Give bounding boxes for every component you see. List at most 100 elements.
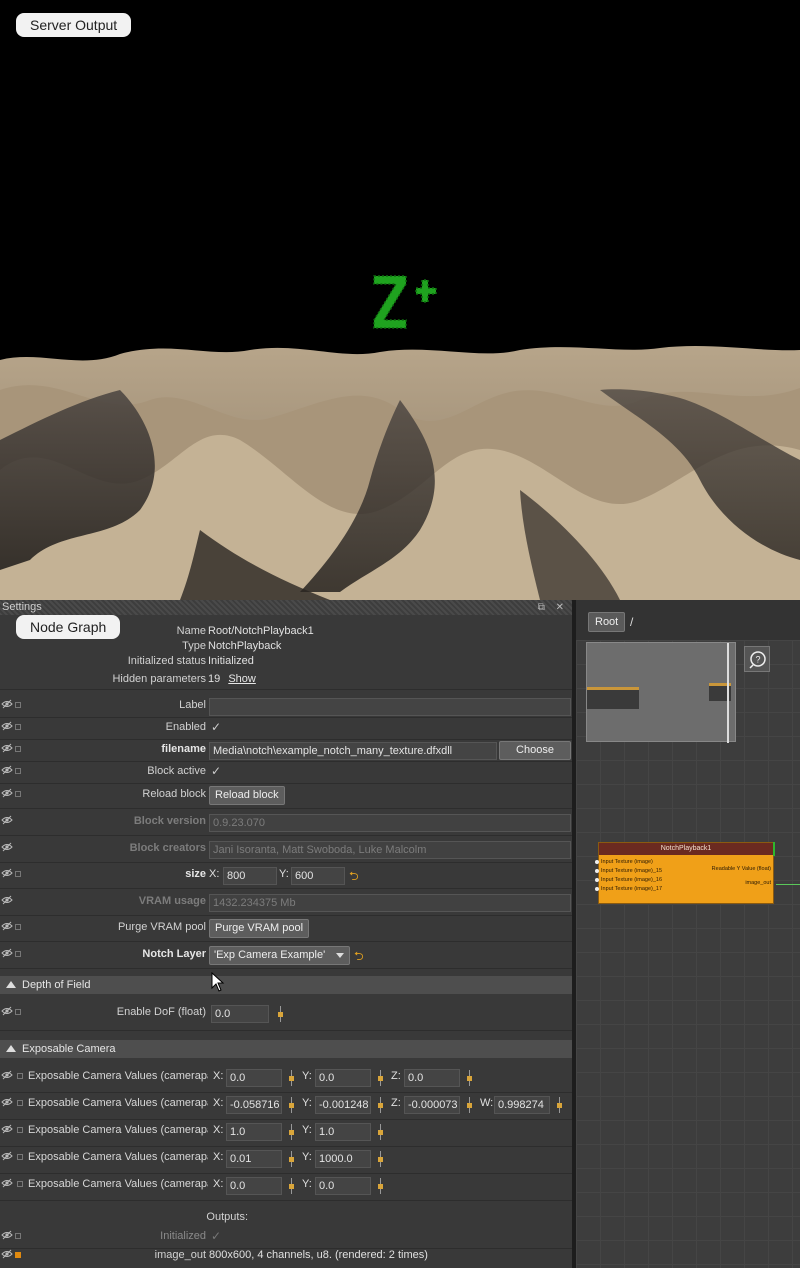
output-row-image-out: image_out 800x600, 4 channels, u8. (rend… [0,1246,572,1268]
expose-checkbox[interactable] [15,871,21,877]
value-slider[interactable] [289,1070,294,1086]
revert-icon[interactable]: ⮌ [354,947,364,968]
minimap-viewport-line [727,643,729,743]
expose-checkbox[interactable] [17,1073,23,1079]
value-slider[interactable] [278,1006,283,1022]
eye-icon[interactable] [1,868,13,878]
eye-icon[interactable] [1,788,13,798]
eye-icon[interactable] [1,699,13,709]
expose-checkbox[interactable] [15,1009,21,1015]
section-depth-of-field[interactable]: Depth of Field [0,976,572,994]
eye-icon[interactable] [1,1070,13,1080]
node-input-port[interactable]: Input Texture (image)_16 [594,877,662,883]
notch-layer-dropdown[interactable]: 'Exp Camera Example' [209,946,350,965]
expose-checkbox[interactable] [17,1154,23,1160]
eye-icon[interactable] [1,1151,13,1161]
value-slider[interactable] [467,1097,472,1113]
expose-checkbox[interactable] [15,951,21,957]
node-output-port[interactable]: Readable Y Value (float) [712,866,771,872]
panel-window-icons[interactable]: ⧉ ✕ [538,600,568,615]
camera-x-input[interactable]: 0.0 [226,1069,282,1087]
eye-icon[interactable] [1,948,13,958]
value-slider[interactable] [378,1097,383,1113]
expose-checkbox[interactable] [15,746,21,752]
hidden-params-value-group: 19 Show [208,673,256,685]
eye-icon[interactable] [1,743,13,753]
value-slider[interactable] [378,1178,383,1194]
eye-icon[interactable] [1,1178,13,1188]
eye-icon[interactable] [1,815,13,825]
eye-icon[interactable] [1,721,13,731]
camera-y-input[interactable]: 0.0 [315,1069,371,1087]
node-graph-minimap[interactable] [586,642,736,743]
camera-y-input[interactable]: -0.001248 [315,1096,371,1114]
camera-x-input[interactable]: 1.0 [226,1123,282,1141]
value-slider[interactable] [378,1124,383,1140]
value-slider[interactable] [467,1070,472,1086]
eye-icon[interactable] [1,1249,13,1259]
value-slider[interactable] [289,1124,294,1140]
camera-z-input[interactable]: 0.0 [404,1069,460,1087]
notch-playback-node[interactable]: NotchPlayback1 Input Texture (image) Inp… [594,842,775,904]
server-output-label: Server Output [16,13,132,37]
expose-checkbox[interactable] [15,768,21,774]
expose-checkbox[interactable] [17,1181,23,1187]
enabled-checkbox[interactable]: ✓ [211,720,221,734]
value-slider[interactable] [557,1097,562,1113]
eye-icon[interactable] [1,1124,13,1134]
eye-icon[interactable] [1,1230,13,1240]
expose-checkbox[interactable] [15,702,21,708]
node-input-port[interactable]: Input Texture (image)_15 [594,868,662,874]
eye-icon[interactable] [1,765,13,775]
enable-dof-input[interactable]: 0.0 [211,1005,269,1023]
purge-vram-button[interactable]: Purge VRAM pool [209,919,310,938]
revert-icon[interactable]: ⮌ [349,867,359,888]
value-slider[interactable] [289,1178,294,1194]
node-input-port[interactable]: Input Texture (image) [595,859,653,865]
eye-icon[interactable] [1,1006,13,1016]
param-label: Notch Layer [142,948,206,960]
camera-y-input[interactable]: 1.0 [315,1123,371,1141]
settings-panel: Settings ⧉ ✕ Name Root/NotchPlayback1 Ty… [0,600,572,1268]
expose-checkbox[interactable] [15,791,21,797]
root-breadcrumb-button[interactable]: Root [588,612,626,632]
camera-y-input[interactable]: 0.0 [315,1177,371,1195]
expose-checkbox[interactable] [17,1127,23,1133]
node-output-port[interactable]: image_out [745,880,771,886]
block-active-checkbox[interactable]: ✓ [211,764,221,778]
camera-w-input[interactable]: 0.998274 [494,1096,550,1114]
label-input[interactable] [209,698,571,716]
value-slider[interactable] [289,1097,294,1113]
choose-file-button[interactable]: Choose [499,741,571,760]
filename-input[interactable]: Media\notch\example_notch_many_texture.d… [209,742,497,760]
server-output-viewport: Server Output [0,0,800,600]
node-input-port[interactable]: Input Texture (image)_17 [594,886,662,892]
reload-block-button[interactable]: Reload block [209,786,285,805]
expose-checkbox[interactable] [15,1252,21,1258]
value-slider[interactable] [378,1070,383,1086]
show-hidden-link[interactable]: Show [228,673,256,685]
expose-checkbox[interactable] [15,724,21,730]
expose-checkbox[interactable] [17,1100,23,1106]
camera-x-input[interactable]: 0.0 [226,1177,282,1195]
size-x-input[interactable]: 800 [223,867,277,885]
section-exposable-camera[interactable]: Exposable Camera [0,1040,572,1058]
camera-z-input[interactable]: -0.000073 [404,1096,460,1114]
zoom-fit-button[interactable]: ? [744,646,770,672]
eye-icon[interactable] [1,842,13,852]
size-y-input[interactable]: 600 [291,867,345,885]
eye-icon[interactable] [1,1097,13,1107]
expose-checkbox[interactable] [15,924,21,930]
eye-icon[interactable] [1,921,13,931]
node-active-indicator [773,842,775,856]
camera-x-input[interactable]: -0.058716 [226,1096,282,1114]
value-slider[interactable] [289,1151,294,1167]
camera-x-input[interactable]: 0.01 [226,1150,282,1168]
axis-w-label: W: [480,1097,494,1109]
eye-icon[interactable] [1,895,13,905]
axis-x-label: X: [213,1070,224,1082]
camera-y-input[interactable]: 1000.0 [315,1150,371,1168]
value-slider[interactable] [378,1151,383,1167]
expose-checkbox[interactable] [15,1233,21,1239]
node-graph-canvas[interactable]: ? NotchPlayback1 Input Texture (image) I… [576,640,800,1268]
